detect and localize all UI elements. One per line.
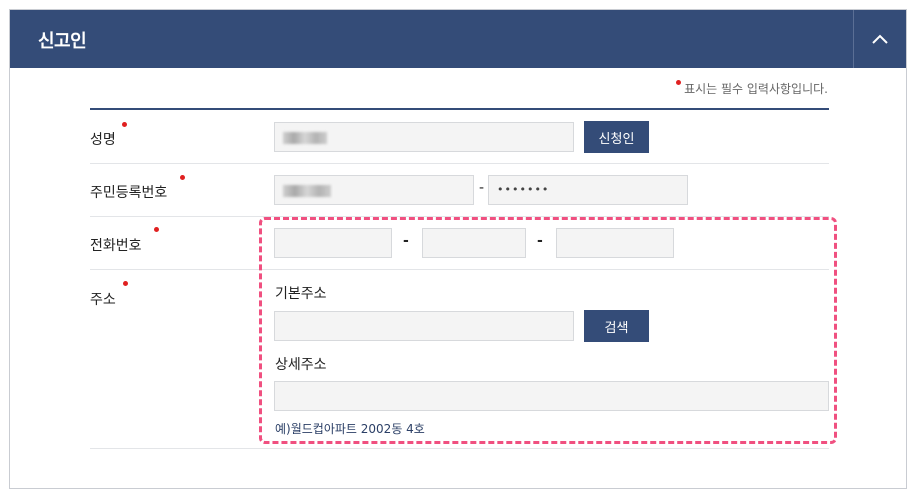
required-dot-icon	[123, 281, 128, 286]
applicant-button[interactable]: 신청인	[584, 121, 649, 153]
address-example-text: 예)월드컵아파트 2002동 4호	[275, 422, 425, 436]
required-dot-icon	[154, 227, 159, 232]
phone-last-input[interactable]	[556, 228, 674, 258]
detail-address-input[interactable]	[274, 381, 829, 411]
phone-middle-input[interactable]	[422, 228, 526, 258]
required-note-text: 표시는 필수 입력사항입니다.	[684, 82, 828, 96]
address-label: 주소	[90, 281, 128, 309]
name-label-text: 성명	[90, 132, 116, 148]
collapse-button[interactable]	[853, 10, 906, 68]
phone-first-input[interactable]	[274, 228, 392, 258]
row-divider	[90, 448, 829, 449]
required-note: 표시는 필수 입력사항입니다.	[676, 80, 828, 97]
resident-id-front-input[interactable]	[274, 175, 474, 205]
phone-label-text: 전화번호	[90, 238, 142, 254]
blurred-value	[283, 184, 331, 197]
chevron-up-icon	[872, 34, 888, 44]
phone-label: 전화번호	[90, 227, 159, 255]
resident-id-label-text: 주민등록번호	[90, 185, 168, 201]
row-divider	[90, 269, 829, 270]
basic-address-label: 기본주소	[275, 286, 327, 302]
phone-separator-1: -	[403, 233, 409, 249]
panel-header: 신고인	[10, 10, 906, 68]
basic-address-input[interactable]	[274, 311, 574, 341]
form-top-border	[90, 108, 829, 110]
required-dot-icon	[180, 175, 185, 180]
phone-separator-2: -	[537, 233, 543, 249]
name-label: 성명	[90, 122, 127, 149]
address-search-button[interactable]: 검색	[584, 310, 649, 342]
required-dot-icon	[676, 80, 682, 85]
address-label-text: 주소	[90, 292, 116, 308]
required-dot-icon	[122, 122, 127, 127]
name-input[interactable]	[274, 122, 574, 152]
reporter-panel: 신고인 표시는 필수 입력사항입니다. 성명 신청인 주민등록번호 - ••••…	[9, 9, 907, 489]
detail-address-label: 상세주소	[275, 357, 327, 373]
row-divider	[90, 163, 829, 164]
resident-id-label: 주민등록번호	[90, 175, 185, 202]
panel-title: 신고인	[38, 31, 87, 52]
row-divider	[90, 216, 829, 217]
resident-id-back-input[interactable]: •••••••	[488, 175, 688, 205]
blurred-value	[283, 131, 327, 144]
resident-id-separator: -	[479, 180, 485, 196]
